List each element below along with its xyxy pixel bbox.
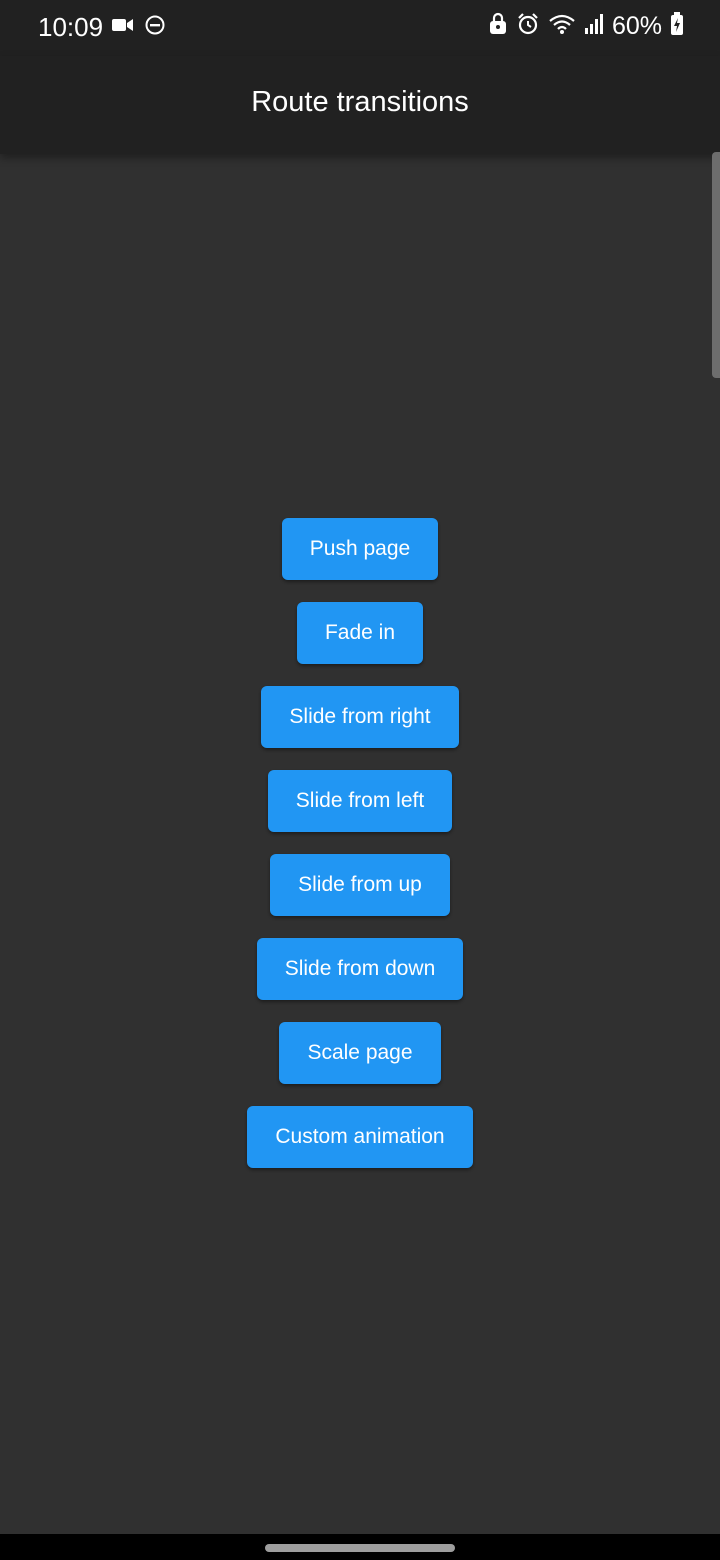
- scrollbar-thumb[interactable]: [712, 152, 720, 378]
- status-bar: 10:09 60%: [0, 0, 720, 56]
- battery-icon: [670, 12, 684, 41]
- scale-page-button[interactable]: Scale page: [279, 1022, 441, 1084]
- page-title: Route transitions: [251, 86, 469, 118]
- status-time: 10:09: [38, 12, 104, 42]
- fade-in-button[interactable]: Fade in: [296, 602, 424, 664]
- status-right-icons: 60%: [488, 12, 684, 41]
- status-left-icons: [112, 14, 166, 41]
- do-not-disturb-icon: [144, 14, 166, 41]
- lock-icon: [488, 12, 508, 41]
- slide-from-left-button[interactable]: Slide from left: [267, 770, 453, 832]
- video-camera-icon: [112, 17, 134, 38]
- custom-animation-button[interactable]: Custom animation: [247, 1106, 473, 1168]
- alarm-icon: [516, 12, 540, 41]
- battery-percentage: 60%: [611, 12, 662, 40]
- app-bar: Route transitions: [0, 56, 720, 154]
- signal-icon: [584, 13, 604, 40]
- route-button-list: Push page Fade in Slide from right Slide…: [0, 518, 720, 1190]
- slide-from-right-button[interactable]: Slide from right: [261, 686, 459, 748]
- home-indicator[interactable]: [265, 1544, 455, 1552]
- navigation-bar: [0, 1534, 720, 1560]
- app-screen: 10:09 60% Route transitions Push page Fa…: [0, 0, 720, 1560]
- push-page-button[interactable]: Push page: [281, 518, 439, 580]
- slide-from-up-button[interactable]: Slide from up: [270, 854, 450, 916]
- wifi-icon: [548, 13, 576, 40]
- slide-from-down-button[interactable]: Slide from down: [256, 938, 464, 1000]
